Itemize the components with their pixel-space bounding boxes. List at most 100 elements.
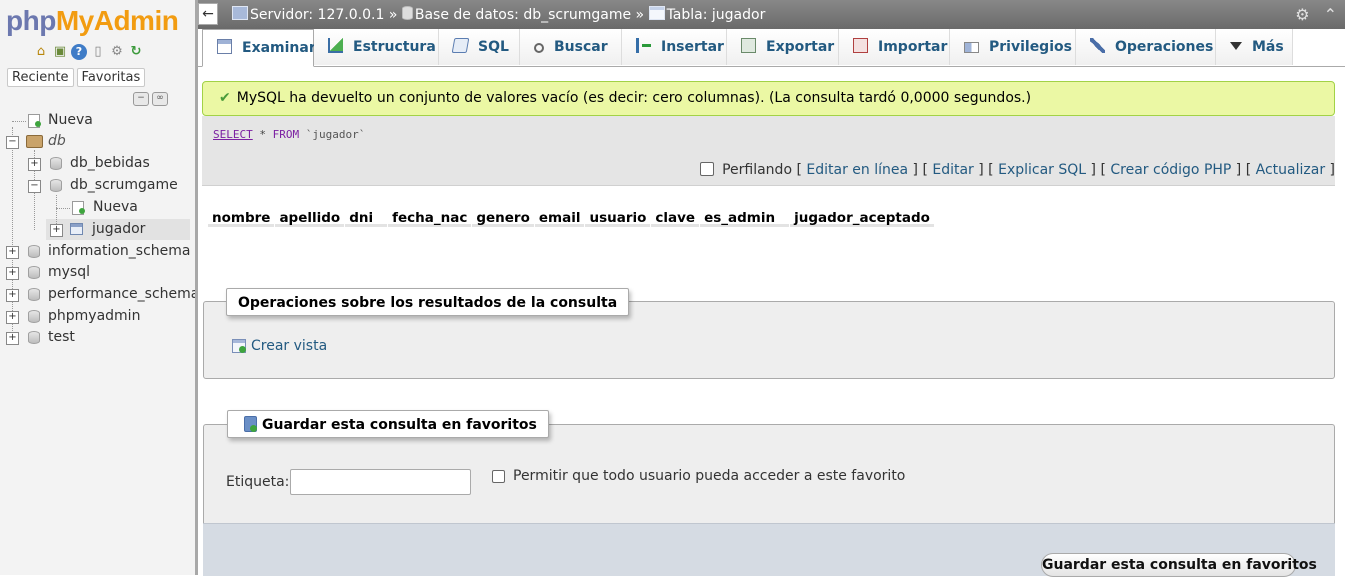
column-header[interactable]: usuario xyxy=(585,208,651,227)
tab-mas[interactable]: Más xyxy=(1216,29,1293,65)
breadcrumb-server[interactable]: Servidor: 127.0.0.1 xyxy=(250,7,384,23)
server-icon xyxy=(232,6,248,20)
import-icon xyxy=(853,38,868,53)
new-table-icon xyxy=(72,201,85,215)
collapse-nav-arrow-icon[interactable]: ← xyxy=(198,3,218,25)
query-tools-row: Perfilando [ Editar en línea ] [ Editar … xyxy=(202,154,1335,186)
structure-icon xyxy=(328,38,343,53)
search-icon xyxy=(534,43,544,53)
create-php-code-link[interactable]: Crear código PHP xyxy=(1110,162,1231,178)
refresh-link[interactable]: Actualizar xyxy=(1256,162,1325,178)
expand-icon[interactable]: + xyxy=(6,332,19,345)
tab-sql[interactable]: SQL xyxy=(439,29,520,65)
favorite-tables-button[interactable]: Favoritas xyxy=(76,68,146,87)
create-view-icon xyxy=(232,339,246,353)
tab-exportar[interactable]: Exportar xyxy=(727,29,839,65)
collapse-icon[interactable]: − xyxy=(28,180,41,193)
settings-gear-icon[interactable]: ⚙ xyxy=(109,44,125,60)
sql-icon xyxy=(451,38,470,53)
column-header[interactable]: genero xyxy=(472,208,534,227)
expand-icon[interactable]: + xyxy=(28,158,41,171)
column-header[interactable]: dni xyxy=(345,208,388,227)
insert-icon xyxy=(636,38,651,53)
settings-gear-icon[interactable]: ⚙ xyxy=(1295,5,1309,24)
database-icon xyxy=(28,266,40,279)
phpmyadmin-logo[interactable]: phpMyAdmin xyxy=(6,4,179,38)
database-group-icon xyxy=(26,135,43,148)
tab-privilegios[interactable]: Privilegios xyxy=(950,29,1076,65)
expand-icon[interactable]: + xyxy=(6,246,19,259)
logout-icon[interactable]: ▣ xyxy=(52,44,68,60)
top-breadcrumb-bar: ← Servidor: 127.0.0.1 » Base de datos: d… xyxy=(198,0,1345,29)
database-icon xyxy=(50,179,62,192)
nav-resize-handle[interactable] xyxy=(195,0,198,575)
save-bookmark-button[interactable]: Guardar esta consulta en favoritos xyxy=(1041,553,1317,577)
bookmark-label-text: Etiqueta: xyxy=(226,474,290,490)
tree-controls: − ∞ xyxy=(133,92,168,106)
export-icon xyxy=(741,38,756,53)
column-header[interactable]: clave xyxy=(651,208,700,227)
database-icon xyxy=(401,6,413,20)
tab-buscar[interactable]: Buscar xyxy=(520,29,622,65)
profiling-checkbox[interactable] xyxy=(700,162,715,176)
tab-insertar[interactable]: Insertar xyxy=(622,29,727,65)
breadcrumb: Servidor: 127.0.0.1 » Base de datos: db_… xyxy=(232,6,765,23)
edit-link[interactable]: Editar xyxy=(932,162,973,178)
edit-inline-link[interactable]: Editar en línea xyxy=(806,162,908,178)
sql-keyword-select[interactable]: SELECT xyxy=(213,128,253,141)
expand-icon[interactable]: + xyxy=(50,224,63,237)
breadcrumb-table[interactable]: Tabla: jugador xyxy=(667,7,766,23)
collapse-all-icon[interactable]: − xyxy=(133,92,149,106)
column-header[interactable]: es_admin xyxy=(700,208,790,227)
bookmark-shared-label: Permitir que todo usuario pueda acceder … xyxy=(513,468,906,484)
column-header[interactable]: jugador_aceptado xyxy=(790,208,934,227)
recent-tables-button[interactable]: Reciente xyxy=(7,68,74,87)
documentation-icon[interactable]: ▯ xyxy=(90,44,106,60)
reload-icon[interactable]: ↻ xyxy=(128,44,144,60)
home-icon[interactable]: ⌂ xyxy=(33,44,49,60)
column-header[interactable]: fecha_nac xyxy=(388,208,472,227)
tab-examinar[interactable]: Examinar xyxy=(202,29,316,67)
table-icon xyxy=(648,6,665,20)
tree-line xyxy=(12,127,13,337)
bookmark-shared-checkbox[interactable] xyxy=(492,470,505,483)
wrench-icon xyxy=(1090,38,1105,53)
database-icon xyxy=(28,245,40,258)
breadcrumb-database[interactable]: Base de datos: db_scrumgame xyxy=(415,7,631,23)
collapse-icon[interactable]: − xyxy=(6,136,19,149)
tree-line xyxy=(56,208,70,209)
collapse-up-icon[interactable]: ⌃ xyxy=(1324,5,1337,24)
info-icon[interactable]: ? xyxy=(71,44,87,60)
bookmark-legend: Guardar esta consulta en favoritos xyxy=(227,410,549,438)
expand-icon[interactable]: + xyxy=(6,311,19,324)
table-icon xyxy=(70,223,84,236)
success-check-icon: ✔ xyxy=(219,90,231,106)
expand-icon[interactable]: + xyxy=(6,267,19,280)
browse-icon xyxy=(217,39,232,54)
create-view-link[interactable]: Crear vista xyxy=(232,338,327,354)
query-operations-legend: Operaciones sobre los resultados de la c… xyxy=(226,288,630,316)
column-header[interactable]: apellido xyxy=(275,208,345,227)
result-column-headers: nombre apellido dni fecha_nac genero ema… xyxy=(208,208,935,227)
success-message: ✔ MySQL ha devuelto un conjunto de valore… xyxy=(202,81,1335,116)
bookmark-label-input[interactable] xyxy=(290,469,471,495)
main-tabs: Examinar Estructura SQL Buscar Insertar … xyxy=(198,29,1345,67)
tab-estructura[interactable]: Estructura xyxy=(314,29,439,65)
database-icon xyxy=(28,310,40,323)
nav-recent-favorites: Reciente Favoritas xyxy=(7,68,146,87)
nav-icon-bar: ⌂ ▣ ? ▯ ⚙ ↻ xyxy=(33,44,144,60)
privileges-icon xyxy=(964,42,979,53)
database-icon xyxy=(50,157,62,170)
column-header[interactable]: email xyxy=(534,208,585,227)
database-icon xyxy=(28,331,40,344)
tree-line xyxy=(12,121,26,122)
top-right-controls: ⚙ ⌃ xyxy=(1295,5,1337,24)
database-icon xyxy=(28,288,40,301)
column-header[interactable]: nombre xyxy=(208,208,275,227)
explain-sql-link[interactable]: Explicar SQL xyxy=(998,162,1086,178)
expand-icon[interactable]: + xyxy=(6,289,19,302)
tab-operaciones[interactable]: Operaciones xyxy=(1076,29,1216,65)
tab-importar[interactable]: Importar xyxy=(839,29,950,65)
sql-query-display: SELECT * FROM `jugador` xyxy=(202,116,1335,154)
link-with-main-icon[interactable]: ∞ xyxy=(152,92,168,106)
